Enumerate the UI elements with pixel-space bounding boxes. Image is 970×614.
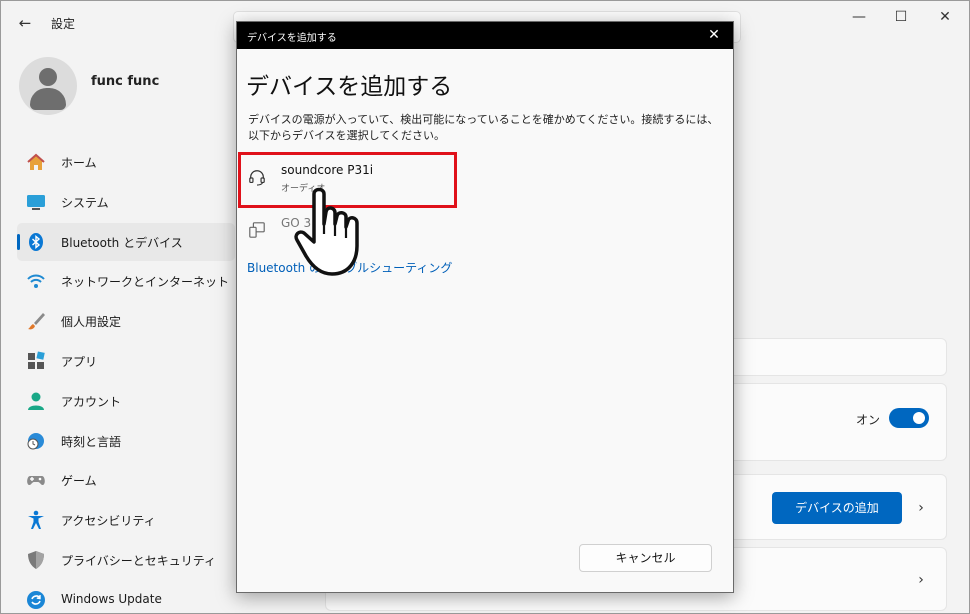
dialog-heading: デバイスを追加する (246, 74, 453, 100)
person-icon (28, 392, 44, 410)
minimize-icon[interactable]: — (839, 7, 879, 27)
monitor-icon (27, 194, 45, 210)
bluetooth-icon (29, 232, 43, 251)
brush-icon (28, 313, 45, 330)
sidebar-item-time-language[interactable]: 時刻と言語 (17, 422, 235, 460)
sidebar-item-label: Bluetooth とデバイス (61, 235, 183, 250)
accessibility-icon (28, 510, 44, 530)
sidebar-item-label: 時刻と言語 (61, 434, 122, 449)
cancel-button[interactable]: キャンセル (579, 544, 712, 572)
sidebar-item-personalization[interactable]: 個人用設定 (17, 302, 235, 340)
dialog-window-title: デバイスを追加する (247, 33, 337, 44)
sidebar-item-label: アクセシビリティ (61, 514, 156, 529)
sidebar-item-gaming[interactable]: ゲーム (17, 461, 235, 499)
apps-icon (28, 351, 45, 369)
user-name: func func (91, 74, 160, 89)
wifi-icon (27, 275, 45, 289)
sidebar-item-label: アプリ (61, 354, 98, 369)
close-icon[interactable]: ✕ (705, 25, 723, 45)
bluetooth-toggle[interactable] (889, 408, 929, 428)
home-icon (27, 153, 45, 170)
chevron-right-icon[interactable]: › (914, 570, 928, 590)
sidebar-item-label: システム (61, 195, 109, 210)
hand-pointer-icon (294, 187, 359, 276)
sidebar-item-apps[interactable]: アプリ (17, 342, 235, 380)
sidebar-item-label: ゲーム (61, 474, 97, 489)
add-device-dialog: デバイスを追加する ✕ デバイスを追加する デバイスの電源が入っていて、検出可能… (236, 21, 734, 593)
sidebar-item-label: アカウント (61, 394, 122, 409)
sidebar-item-accessibility[interactable]: アクセシビリティ (17, 501, 235, 539)
shield-icon (28, 550, 44, 569)
sidebar-item-privacy[interactable]: プライバシーとセキュリティ (17, 541, 235, 579)
sidebar-item-label: ホーム (61, 156, 97, 170)
sidebar-item-label: プライバシーとセキュリティ (61, 553, 217, 568)
bluetooth-toggle-label: オン (856, 413, 881, 427)
window-title: 設定 (51, 17, 76, 31)
display-device-icon (249, 222, 265, 238)
gamepad-icon (27, 476, 45, 486)
avatar (19, 57, 77, 115)
chevron-right-icon[interactable]: › (914, 498, 928, 518)
sidebar-item-bluetooth[interactable]: Bluetooth とデバイス (17, 222, 235, 261)
sidebar-item-home[interactable]: ホーム (17, 143, 235, 181)
dialog-title-bar: デバイスを追加する ✕ (237, 22, 733, 49)
add-device-button[interactable]: デバイスの追加 (772, 492, 902, 524)
sidebar-item-label: Windows Update (61, 591, 162, 606)
back-arrow-icon[interactable]: ← (15, 13, 35, 33)
sidebar-item-system[interactable]: システム (17, 183, 235, 221)
update-icon (27, 590, 45, 609)
sidebar-nav: ホーム システム Bluetooth とデバイス ネットワークとインターネット … (17, 143, 235, 614)
close-window-icon[interactable]: ✕ (925, 7, 965, 27)
clock-globe-icon (27, 432, 44, 450)
sidebar-item-accounts[interactable]: アカウント (17, 382, 235, 420)
sidebar-item-label: 個人用設定 (61, 315, 122, 330)
sidebar-item-network[interactable]: ネットワークとインターネット (17, 262, 235, 300)
sidebar-item-label: ネットワークとインターネット (61, 275, 230, 290)
sidebar-item-windows-update[interactable]: Windows Update (17, 581, 235, 614)
maximize-icon[interactable]: ☐ (881, 7, 921, 27)
dialog-description: デバイスの電源が入っていて、検出可能になっていることを確かめてください。接続する… (248, 113, 719, 142)
